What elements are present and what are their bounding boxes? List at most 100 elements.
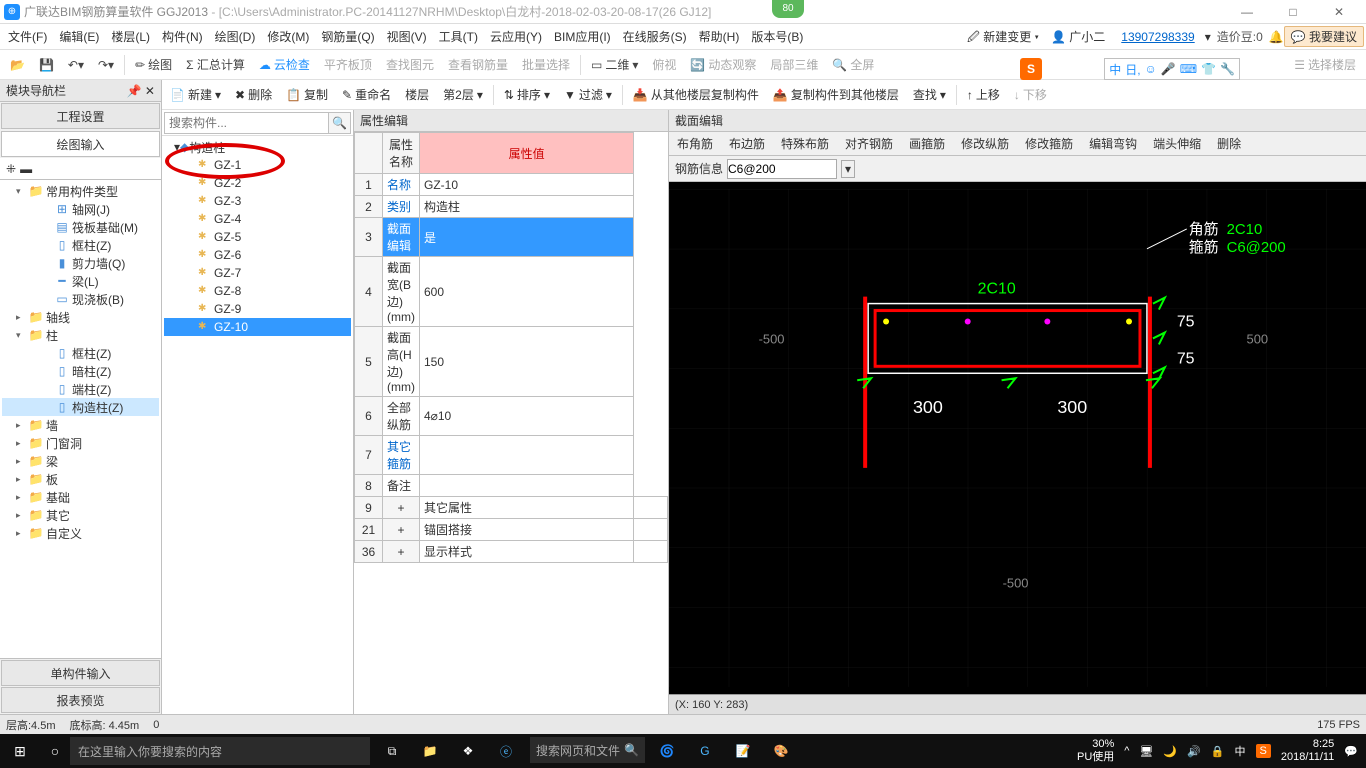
tree-leaf[interactable]: ▯端柱(Z) <box>2 380 159 398</box>
tree-node[interactable]: 📁梁 <box>2 452 159 470</box>
tree-node[interactable]: 📁墙 <box>2 416 159 434</box>
ime-item[interactable]: 👕 <box>1201 62 1216 76</box>
cad-tool[interactable]: 布角筋 <box>673 135 717 152</box>
select-layer-button[interactable]: ☰ 选择楼层 <box>1288 53 1362 77</box>
fullscreen-button[interactable]: 🔍 全屏 <box>826 53 880 77</box>
minimize-button[interactable]: — <box>1224 0 1270 24</box>
collapse-icon[interactable]: ▬ <box>20 162 32 176</box>
rebar-info-input[interactable] <box>727 159 837 179</box>
menu-item[interactable]: 文件(F) <box>2 26 53 48</box>
gz-item[interactable]: ✱GZ-8 <box>164 282 351 300</box>
notification-icon[interactable]: 💬 <box>1344 745 1358 758</box>
dynamic-view-button[interactable]: 🔄 动态观察 <box>684 53 762 77</box>
cad-tool[interactable]: 布边筋 <box>725 135 769 152</box>
tree-leaf[interactable]: ⊞轴网(J) <box>2 200 159 218</box>
menu-item[interactable]: 绘图(D) <box>209 26 262 48</box>
user-avatar[interactable]: 👤 广小二 <box>1045 26 1111 48</box>
tab-draw-input[interactable]: 绘图输入 <box>1 131 160 157</box>
filter-button[interactable]: ▼ 过滤 ▾ <box>558 83 618 107</box>
view-rebar-button[interactable]: 查看钢筋量 <box>442 53 514 77</box>
ime-item[interactable]: ☺ <box>1145 62 1157 76</box>
section-canvas[interactable]: -500 500 -500 500 2C10 角筋2C10 箍筋C6@200 7… <box>669 182 1366 694</box>
suggest-button[interactable]: 💬 我要建议 <box>1284 26 1364 47</box>
tray-lock-icon[interactable]: 🔒 <box>1211 745 1225 758</box>
tree-leaf[interactable]: ▭现浇板(B) <box>2 290 159 308</box>
close-button[interactable]: ✕ <box>1316 0 1362 24</box>
tree-node[interactable]: 📁自定义 <box>2 524 159 542</box>
prop-value[interactable]: 150 <box>419 327 633 397</box>
app-icon-2[interactable]: 🌀 <box>653 737 681 765</box>
pu-usage[interactable]: 30%PU使用 <box>1077 738 1114 764</box>
cad-tool[interactable]: 编辑弯钩 <box>1085 135 1141 152</box>
tab-project-settings[interactable]: 工程设置 <box>1 103 160 129</box>
cad-tool[interactable]: 画箍筋 <box>905 135 949 152</box>
pin-icon[interactable]: 📌 ✕ <box>127 80 155 102</box>
cad-tool[interactable]: 端头伸缩 <box>1149 135 1205 152</box>
find-button[interactable]: 查找 ▾ <box>907 83 952 107</box>
app-icon-3[interactable]: G <box>691 737 719 765</box>
cad-tool[interactable]: 对齐钢筋 <box>841 135 897 152</box>
menu-item[interactable]: 钢筋量(Q) <box>315 26 380 48</box>
cad-tool[interactable]: 修改箍筋 <box>1021 135 1077 152</box>
prop-value[interactable] <box>419 436 633 475</box>
find-element-button[interactable]: 查找图元 <box>380 53 440 77</box>
tab-single-input[interactable]: 单构件输入 <box>1 660 160 686</box>
cloud-check-button[interactable]: ☁ 云检查 <box>253 53 316 77</box>
app-icon-4[interactable]: 📝 <box>729 737 757 765</box>
prop-value[interactable] <box>419 475 633 497</box>
menu-item[interactable]: 修改(M) <box>261 26 315 48</box>
tree-node[interactable]: 📁板 <box>2 470 159 488</box>
gz-item[interactable]: ✱GZ-9 <box>164 300 351 318</box>
tray-ime-icon[interactable]: 中 <box>1235 743 1246 759</box>
menu-item[interactable]: 帮助(H) <box>693 26 746 48</box>
gz-item[interactable]: ✱GZ-1 <box>164 156 351 174</box>
menu-item[interactable]: 云应用(Y) <box>484 26 548 48</box>
tree-leaf[interactable]: ━梁(L) <box>2 272 159 290</box>
move-up-button[interactable]: ↑ 上移 <box>961 83 1006 107</box>
tree-leaf[interactable]: ▮剪力墙(Q) <box>2 254 159 272</box>
tray-monitor-icon[interactable]: 🖥 <box>1139 745 1153 758</box>
rename-button[interactable]: ✎ 重命名 <box>336 83 397 107</box>
menu-item[interactable]: BIM应用(I) <box>548 26 617 48</box>
redo-button[interactable]: ↷▾ <box>92 53 120 77</box>
ime-toolbar[interactable]: 中日,☺🎤⌨👕🔧 <box>1104 58 1240 80</box>
tree-node[interactable]: 📁柱 <box>2 326 159 344</box>
new-button[interactable]: 📄 新建 ▾ <box>164 83 227 107</box>
maximize-button[interactable]: □ <box>1270 0 1316 24</box>
local-3d-button[interactable]: 局部三维 <box>764 53 824 77</box>
menu-item[interactable]: 编辑(E) <box>53 26 105 48</box>
tree-node[interactable]: 📁轴线 <box>2 308 159 326</box>
app-icon-1[interactable]: ❖ <box>454 737 482 765</box>
prop-value[interactable]: 600 <box>419 257 633 327</box>
prop-key[interactable]: 截面高(H边)(mm) <box>383 327 420 397</box>
undo-button[interactable]: ↶▾ <box>62 53 90 77</box>
menu-item[interactable]: 在线服务(S) <box>617 26 693 48</box>
gz-item[interactable]: ✱GZ-4 <box>164 210 351 228</box>
menu-item[interactable]: 构件(N) <box>156 26 209 48</box>
task-view-icon[interactable]: ⧉ <box>378 737 406 765</box>
prop-value[interactable]: 构造柱 <box>419 196 633 218</box>
tree-node[interactable]: 📁常用构件类型 <box>2 182 159 200</box>
draw-button[interactable]: ✏ 绘图 <box>129 53 178 77</box>
batch-select-button[interactable]: 批量选择 <box>516 53 576 77</box>
copy-button[interactable]: 📋 复制 <box>280 83 334 107</box>
prop-key[interactable]: 备注 <box>383 475 420 497</box>
prop-key[interactable]: 全部纵筋 <box>383 397 420 436</box>
expand-icon[interactable]: ⁜ <box>6 162 16 176</box>
rebar-dropdown-icon[interactable]: ▾ <box>841 160 855 178</box>
sort-button[interactable]: ⇅ 排序 ▾ <box>498 83 556 107</box>
sogou-ime-icon[interactable]: S <box>1020 58 1042 80</box>
move-down-button[interactable]: ↓ 下移 <box>1008 83 1053 107</box>
menu-item[interactable]: 视图(V) <box>381 26 433 48</box>
tree-node[interactable]: 📁基础 <box>2 488 159 506</box>
cortana-icon[interactable]: ○ <box>40 743 70 759</box>
tree-leaf[interactable]: ▯构造柱(Z) <box>2 398 159 416</box>
cad-tool[interactable]: 修改纵筋 <box>957 135 1013 152</box>
cad-tool[interactable]: 删除 <box>1213 135 1245 152</box>
search-input[interactable] <box>164 112 329 134</box>
menu-item[interactable]: 版本号(B) <box>745 26 809 48</box>
tray-volume-icon[interactable]: 🔊 <box>1187 745 1201 758</box>
prop-value[interactable]: 是 <box>419 218 633 257</box>
prop-key[interactable]: 名称 <box>383 174 420 196</box>
open-button[interactable]: 📂 <box>4 53 31 77</box>
